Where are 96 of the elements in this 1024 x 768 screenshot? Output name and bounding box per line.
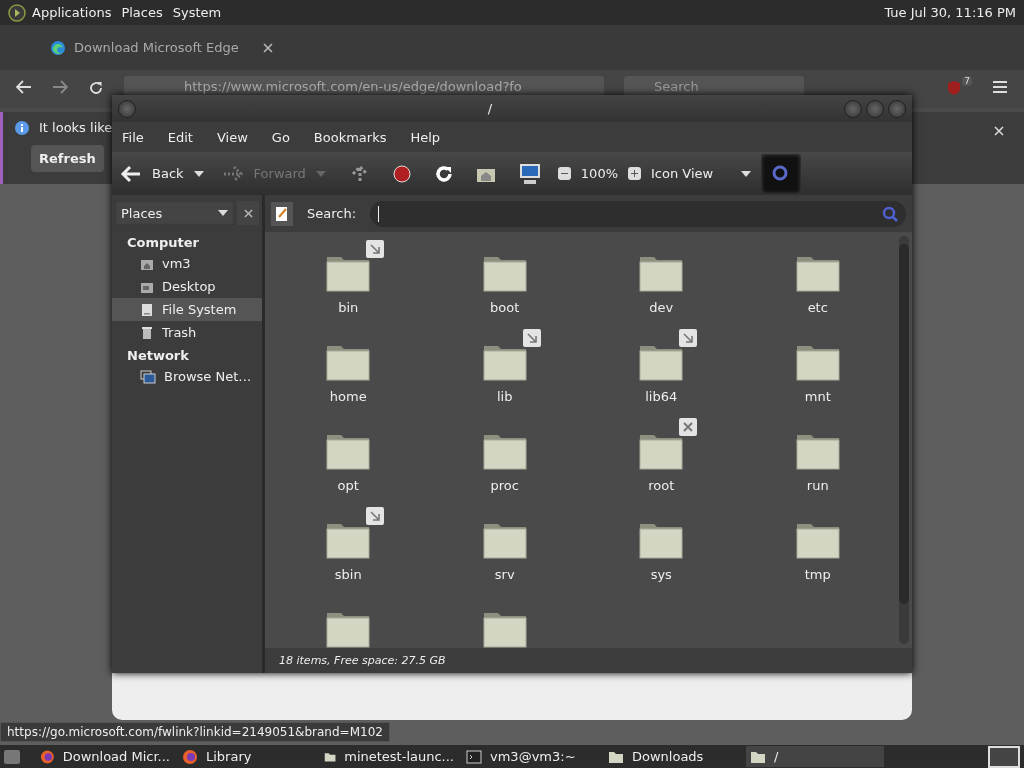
sidebar-item[interactable]: vm3	[112, 252, 262, 275]
folder-name[interactable]: dev	[649, 300, 674, 315]
close-icon[interactable]	[262, 42, 273, 53]
shield-icon	[947, 80, 962, 96]
sidebar-item[interactable]: Browse Net…	[112, 365, 262, 388]
panel-menu[interactable]: System	[172, 5, 222, 20]
extension-badge: 7	[962, 76, 972, 86]
folder-name[interactable]: home	[329, 389, 367, 404]
folder-name[interactable]: lib64	[645, 389, 678, 404]
menu-item[interactable]: View	[216, 129, 248, 145]
taskbar-button[interactable]: Downloads	[604, 746, 742, 767]
folder-name[interactable]: tmp	[804, 567, 831, 582]
up-arrow-icon[interactable]	[349, 163, 370, 184]
folder-name[interactable]: srv	[494, 567, 515, 582]
back-arrow-icon	[120, 164, 142, 183]
scrollbar[interactable]	[899, 236, 909, 644]
window-title: /	[486, 101, 494, 116]
folder-name[interactable]: sbin	[334, 567, 362, 582]
close-icon[interactable]	[994, 126, 1004, 136]
sidebar-selector[interactable]: Places	[115, 201, 234, 225]
firefox-icon	[40, 748, 55, 765]
clock[interactable]: Tue Jul 30, 11:16 PM	[884, 5, 1016, 20]
search-icon	[882, 205, 898, 222]
forward-arrow-icon	[221, 164, 244, 183]
search-label: Search:	[307, 206, 357, 221]
folder-icon	[608, 749, 624, 764]
menu-item[interactable]: Go	[271, 129, 290, 145]
taskbar-button[interactable]: Library	[178, 746, 316, 767]
folder-name[interactable]: lib	[497, 389, 513, 404]
panel-menu[interactable]: Applications	[32, 5, 112, 20]
maximize-button[interactable]	[866, 99, 884, 118]
folder-name[interactable]: etc	[807, 300, 828, 315]
trash-icon	[140, 325, 154, 340]
zoom-in-button[interactable]	[628, 167, 641, 180]
taskbar-button[interactable]: Download Micr...	[36, 746, 174, 767]
extension-button[interactable]: 7	[947, 76, 972, 96]
forward-arrow-icon[interactable]	[52, 80, 68, 94]
notes-button[interactable]	[271, 201, 293, 226]
menu-logo-icon[interactable]	[8, 3, 26, 22]
taskbar-button[interactable]: /	[746, 746, 884, 767]
window-menu-button[interactable]	[118, 99, 136, 118]
menu-icon[interactable]	[992, 80, 1008, 94]
close-button[interactable]	[888, 99, 906, 118]
menu-item[interactable]: Help	[410, 129, 441, 145]
sidebar-item[interactable]: Trash	[112, 321, 262, 344]
folder-name[interactable]: proc	[490, 478, 519, 493]
browser-tab[interactable]: Download Microsoft Edge	[44, 39, 279, 56]
folder-name[interactable]: bin	[338, 300, 359, 315]
status-bar-text: 18 items, Free space: 27.5 GB	[265, 648, 912, 673]
folder-name[interactable]: mnt	[804, 389, 831, 404]
refresh-button[interactable]: Refresh	[31, 145, 104, 172]
folder-name[interactable]: opt	[337, 478, 359, 493]
zoom-out-button[interactable]	[557, 167, 571, 180]
back-button[interactable]: Back	[120, 164, 184, 183]
caret-icon	[741, 170, 751, 177]
terminal-icon	[466, 749, 482, 764]
sidebar-heading: Network	[126, 347, 190, 365]
back-arrow-icon[interactable]	[16, 80, 32, 94]
drive-icon	[140, 302, 154, 317]
menu-item[interactable]: Bookmarks	[313, 129, 387, 145]
close-sidebar-button[interactable]	[237, 201, 259, 225]
notice-text: It looks like	[39, 120, 113, 135]
folder-icon	[750, 749, 766, 764]
sidebar-item[interactable]: File System	[112, 298, 262, 321]
edge-logo-icon	[50, 39, 66, 56]
search-field[interactable]	[370, 200, 906, 227]
folder-name[interactable]: root	[648, 478, 675, 493]
taskbar-button[interactable]: vm3@vm3:~	[462, 746, 600, 767]
caret-icon	[218, 210, 228, 216]
folder-name[interactable]: run	[806, 478, 829, 493]
reload-icon[interactable]	[88, 80, 104, 96]
close-icon	[243, 208, 253, 218]
info-icon	[15, 120, 29, 135]
sidebar-item[interactable]: Desktop	[112, 275, 262, 298]
firefox-icon	[182, 748, 198, 765]
tab-title: Download Microsoft Edge	[74, 40, 239, 55]
sidebar-heading: Computer	[126, 234, 201, 252]
show-desktop-button[interactable]	[4, 749, 20, 764]
folder-name[interactable]: sys	[650, 567, 672, 582]
caret-icon[interactable]	[193, 170, 204, 177]
menu-item[interactable]: File	[122, 129, 144, 145]
workspace-switcher[interactable]	[988, 745, 1020, 768]
zoom-level: 100%	[580, 166, 618, 181]
stop-icon[interactable]	[391, 163, 412, 184]
taskbar-button[interactable]: minetest-launc...	[320, 746, 458, 767]
minimize-button[interactable]	[844, 99, 862, 118]
view-mode-dropdown[interactable]: Icon View	[651, 166, 751, 181]
menu-item[interactable]: Edit	[167, 129, 193, 145]
search-toggle-button[interactable]	[761, 153, 801, 194]
link-url-tooltip: https://go.microsoft.com/fwlink?linkid=2149051&brand=M102	[0, 722, 390, 742]
note-pencil-icon	[275, 205, 289, 222]
network-icon	[140, 369, 156, 384]
panel-menu[interactable]: Places	[121, 5, 163, 20]
reload-icon[interactable]	[433, 163, 454, 184]
computer-icon[interactable]	[517, 162, 542, 185]
folder-name[interactable]: boot	[490, 300, 520, 315]
